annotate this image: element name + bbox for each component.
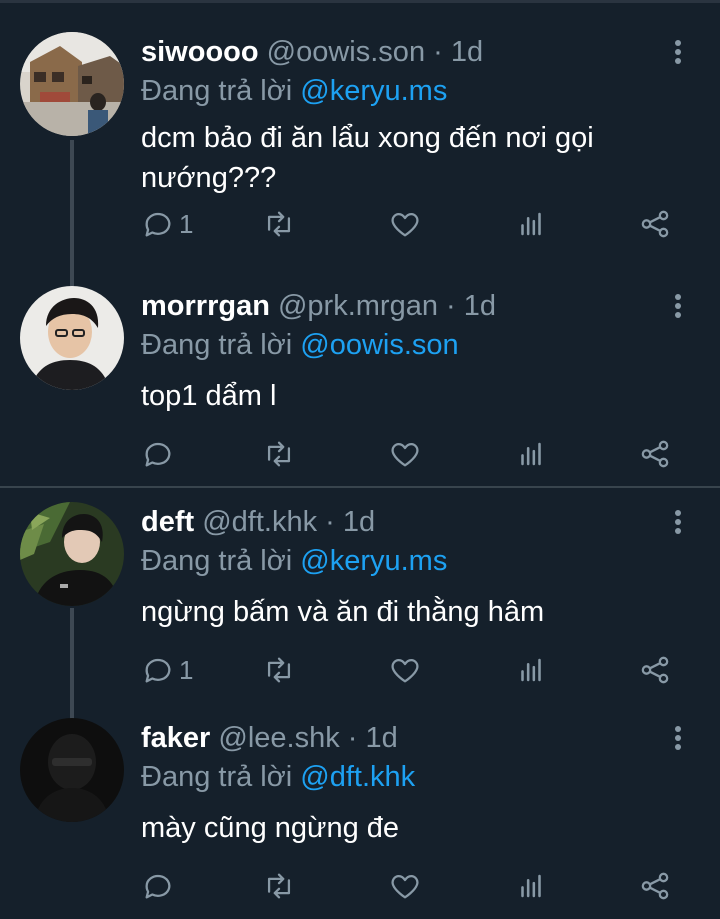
separator-dot: · xyxy=(433,36,443,68)
retweet-icon xyxy=(267,873,291,899)
tweet-text: top1 dẩm l xyxy=(141,380,277,412)
reply-count: 1 xyxy=(179,208,194,239)
tweet-siwoooo[interactable]: siwoooo @oowis.son · 1d Đang trả lời @ke… xyxy=(0,0,720,239)
tweet-header: faker @lee.shk · 1d xyxy=(141,720,398,756)
tweet-deft[interactable]: deft @dft.khk · 1d Đang trả lời @keryu.m… xyxy=(0,470,720,686)
replying-to-label: Đang trả lời xyxy=(141,545,293,577)
user-handle[interactable]: @oowis.son xyxy=(267,36,425,68)
share-button[interactable] xyxy=(638,864,672,908)
replying-to-label: Đang trả lời xyxy=(141,761,293,793)
avatar-siwoooo[interactable] xyxy=(20,32,124,136)
timestamp[interactable]: 1d xyxy=(464,290,496,322)
like-button[interactable] xyxy=(388,202,422,246)
avatar-deft[interactable] xyxy=(20,502,124,606)
mention-link[interactable]: @keryu.ms xyxy=(300,545,447,577)
stats-icon xyxy=(521,442,541,466)
display-name[interactable]: morrrgan xyxy=(141,290,270,322)
reply-button[interactable]: 1 xyxy=(141,202,193,246)
display-name[interactable]: faker xyxy=(141,722,210,754)
retweet-button[interactable] xyxy=(262,202,296,246)
tweet-morrrgan[interactable]: morrrgan @prk.mrgan · 1d Đang trả lời @o… xyxy=(0,254,720,470)
display-name[interactable]: siwoooo xyxy=(141,36,259,68)
avatar-portrait-plants-icon xyxy=(20,502,124,606)
replying-to-label: Đang trả lời xyxy=(141,329,293,361)
more-options-icon[interactable] xyxy=(664,292,692,322)
more-options-icon[interactable] xyxy=(664,38,692,68)
timestamp[interactable]: 1d xyxy=(451,36,483,68)
replying-to-label: Đang trả lời xyxy=(141,75,293,107)
retweet-icon xyxy=(267,441,291,467)
avatar-dark-masked-icon xyxy=(20,718,124,822)
reply-button[interactable] xyxy=(141,864,179,908)
retweet-icon xyxy=(267,211,291,237)
reply-icon xyxy=(145,658,171,683)
thread-1: siwoooo @oowis.son · 1d Đang trả lời @ke… xyxy=(0,0,720,486)
display-name[interactable]: deft xyxy=(141,506,194,538)
tweet-header: siwoooo @oowis.son · 1d xyxy=(141,34,483,70)
retweet-icon xyxy=(267,657,291,683)
tweet-faker[interactable]: faker @lee.shk · 1d Đang trả lời @dft.kh… xyxy=(0,686,720,902)
like-button[interactable] xyxy=(388,864,422,908)
tweet-text: ngừng bấm và ăn đi thằng hâm xyxy=(141,596,545,628)
share-icon xyxy=(641,656,669,684)
avatar-morrrgan[interactable] xyxy=(20,286,124,390)
mention-link[interactable]: @keryu.ms xyxy=(300,75,447,107)
stats-icon xyxy=(521,212,541,236)
timestamp[interactable]: 1d xyxy=(343,506,375,538)
separator-dot: · xyxy=(325,506,335,538)
separator-dot: · xyxy=(446,290,456,322)
user-handle[interactable]: @prk.mrgan xyxy=(278,290,438,322)
reply-icon xyxy=(145,442,171,467)
separator-dot: · xyxy=(347,722,358,754)
replying-to: Đang trả lời @keryu.ms xyxy=(141,72,447,110)
tweet-text: dcm bảo đi ăn lẩu xong đến nơi gọi nướng… xyxy=(141,122,594,194)
heart-icon xyxy=(391,658,419,683)
heart-icon xyxy=(391,442,419,467)
stats-icon xyxy=(521,874,541,898)
replying-to: Đang trả lời @keryu.ms xyxy=(141,542,447,580)
user-handle[interactable]: @lee.shk xyxy=(218,722,339,754)
tweet-header: deft @dft.khk · 1d xyxy=(141,504,375,540)
heart-icon xyxy=(391,212,419,237)
more-options-icon[interactable] xyxy=(664,724,692,754)
thread-2: deft @dft.khk · 1d Đang trả lời @keryu.m… xyxy=(0,486,720,919)
retweet-button[interactable] xyxy=(262,864,296,908)
timestamp[interactable]: 1d xyxy=(366,722,398,754)
reply-icon xyxy=(145,874,171,899)
replying-to: Đang trả lời @oowis.son xyxy=(141,326,459,364)
stats-button[interactable] xyxy=(514,864,548,908)
tweet-actions xyxy=(0,864,720,908)
tweet-actions: 1 xyxy=(0,202,720,246)
heart-icon xyxy=(391,874,419,899)
share-icon xyxy=(641,210,669,238)
tweet-text: mày cũng ngừng đe xyxy=(141,812,400,844)
replying-to: Đang trả lời @dft.khk xyxy=(141,758,415,796)
reply-icon xyxy=(145,212,171,237)
stats-icon xyxy=(521,658,541,682)
tweet-header: morrrgan @prk.mrgan · 1d xyxy=(141,288,496,324)
share-icon xyxy=(641,440,669,468)
stats-button[interactable] xyxy=(514,202,548,246)
share-icon xyxy=(641,872,669,900)
mention-link[interactable]: @oowis.son xyxy=(300,329,458,361)
mention-link[interactable]: @dft.khk xyxy=(300,761,415,793)
reply-count: 1 xyxy=(179,654,194,685)
avatar-street-photo-icon xyxy=(20,32,124,136)
avatar-faker[interactable] xyxy=(20,718,124,822)
share-button[interactable] xyxy=(638,202,672,246)
more-options-icon[interactable] xyxy=(664,508,692,538)
user-handle[interactable]: @dft.khk xyxy=(202,506,317,538)
avatar-portrait-icon xyxy=(20,286,124,390)
